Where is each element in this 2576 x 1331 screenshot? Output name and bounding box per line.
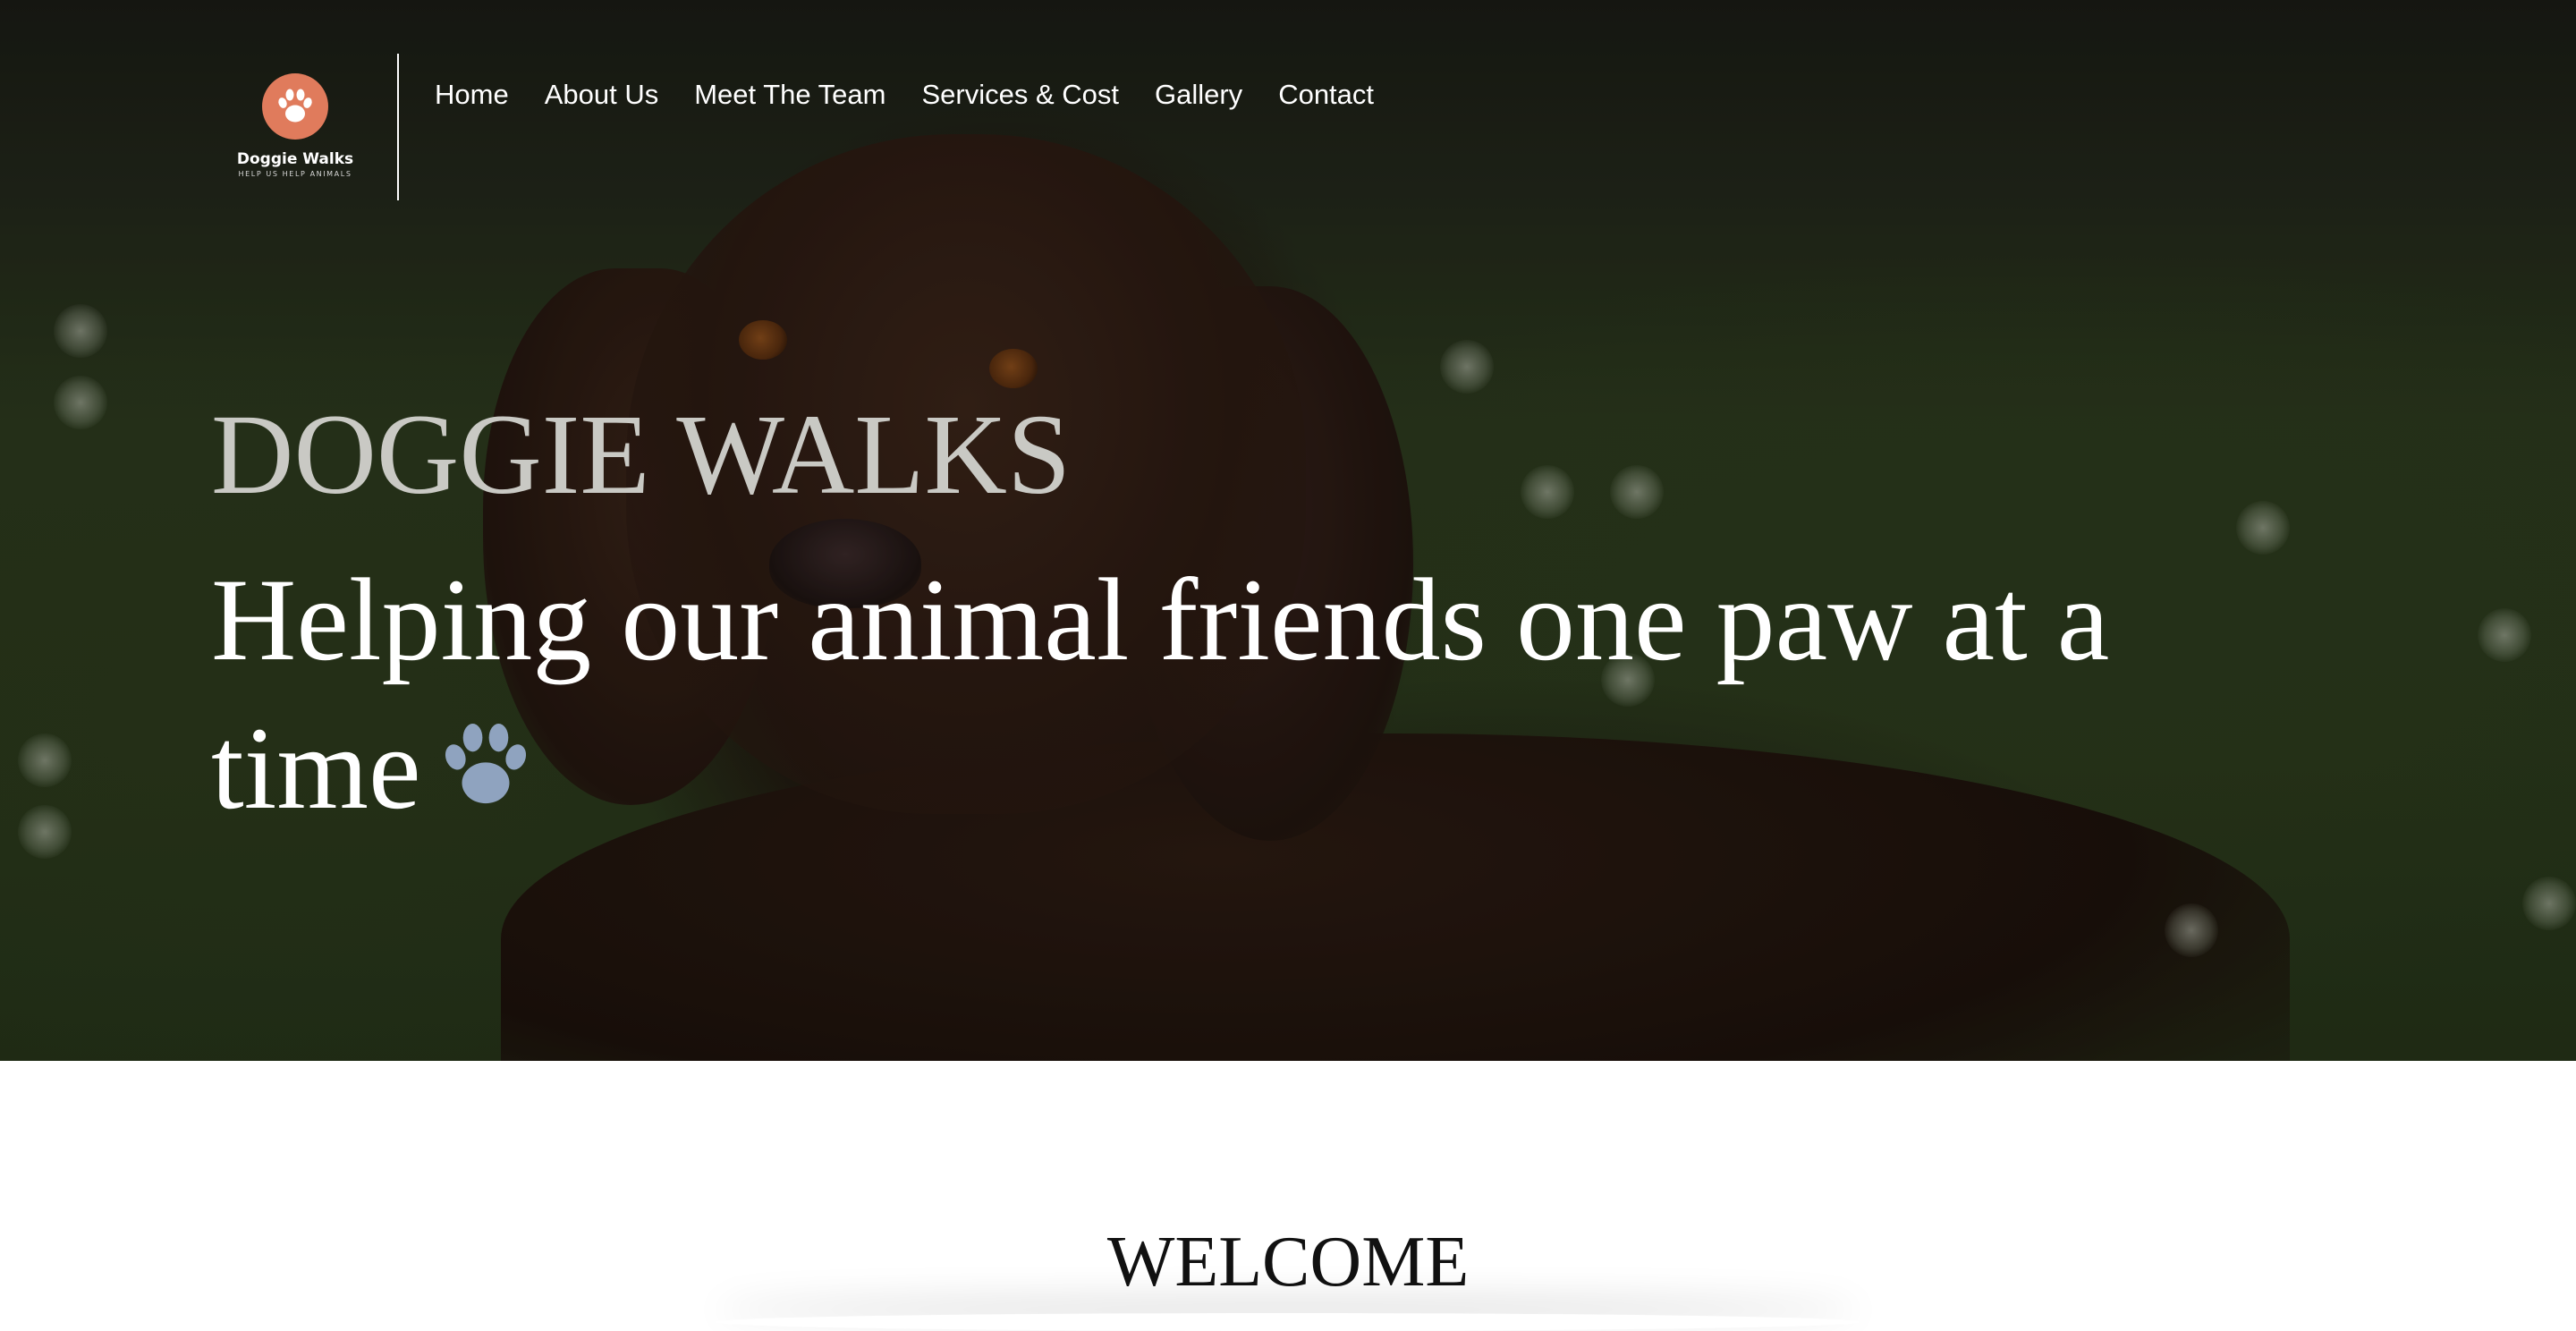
paw-icon [262,73,328,140]
main-nav: Home About Us Meet The Team Services & C… [435,79,1410,111]
background-flower [1440,340,1494,394]
hero-tagline: Helping our animal friends one paw at a … [211,546,2134,843]
background-flower [2522,877,2576,930]
background-flower [2165,903,2218,957]
site-logo[interactable]: Doggie Walks HELP US HELP ANIMALS [233,73,358,178]
background-flower [54,376,107,429]
background-flower [2236,501,2290,555]
background-flower [2478,608,2531,662]
nav-item-about-us[interactable]: About Us [545,79,659,111]
hero-dog-image-eye-right [989,349,1038,388]
logo-tagline: HELP US HELP ANIMALS [238,170,352,178]
welcome-card-shadow [716,1313,1860,1331]
background-flower [54,304,107,358]
welcome-section: WELCOME [0,1061,2576,1317]
background-flower [1521,465,1574,519]
background-flower [18,733,72,787]
background-flower [18,805,72,859]
hero-dog-image-eye-left [739,320,787,360]
hero-brand-title: DOGGIE WALKS [211,391,1072,518]
nav-item-services-cost[interactable]: Services & Cost [921,79,1119,111]
logo-name: Doggie Walks [236,150,354,168]
nav-item-contact[interactable]: Contact [1278,79,1374,111]
hero-section [0,0,2576,1061]
nav-item-home[interactable]: Home [435,79,509,111]
nav-divider [397,54,399,200]
welcome-title: WELCOME [1106,1223,1470,1301]
paw-icon [436,699,536,804]
background-flower [1610,465,1664,519]
nav-item-gallery[interactable]: Gallery [1155,79,1242,111]
nav-item-meet-the-team[interactable]: Meet The Team [694,79,886,111]
